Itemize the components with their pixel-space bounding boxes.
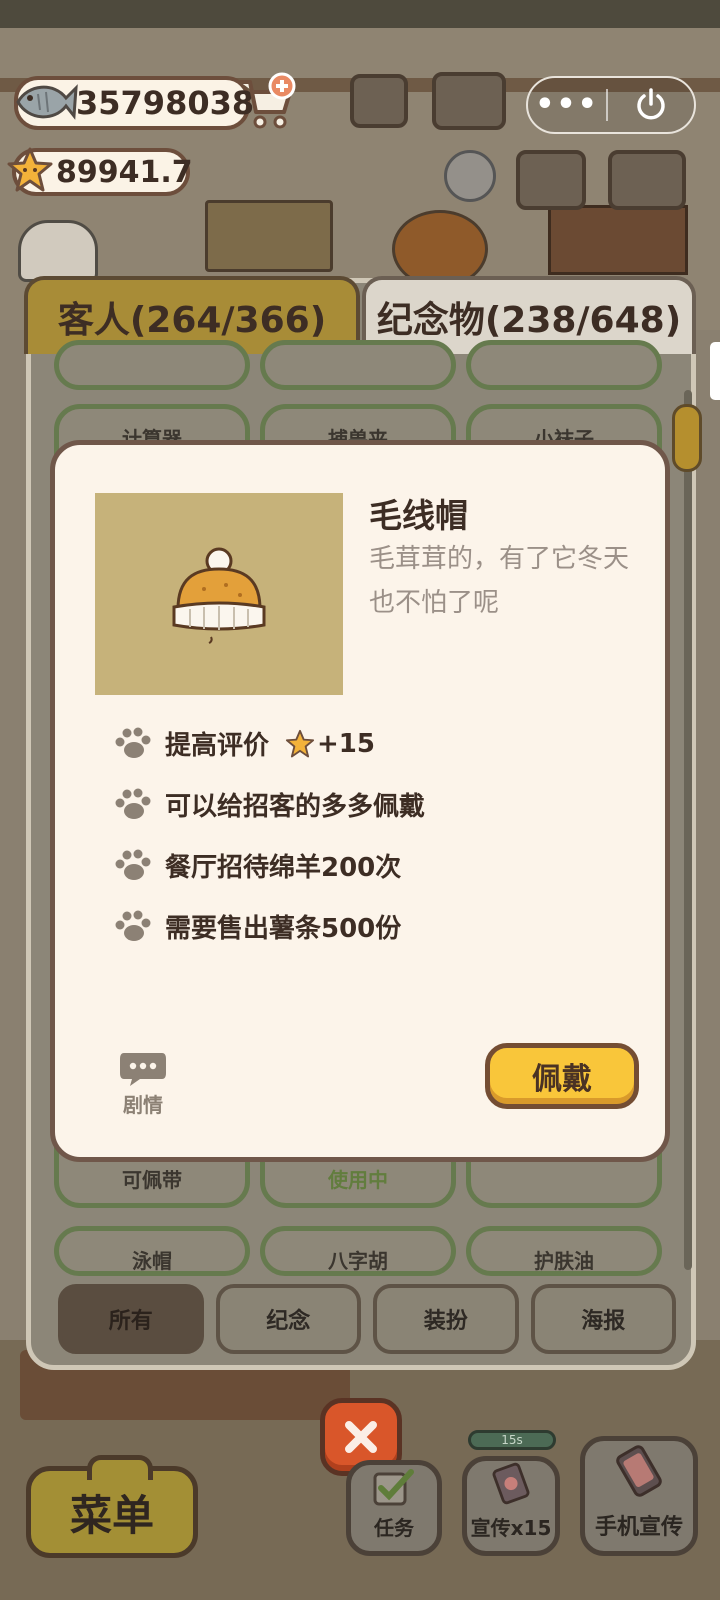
promo-timer: 15s	[468, 1430, 556, 1450]
story-label: 剧情	[123, 1093, 163, 1117]
layout-toggle-button[interactable]	[608, 150, 686, 210]
item-thumbnail	[95, 493, 343, 695]
add-currency-cart-icon[interactable]	[234, 70, 300, 136]
close-icon	[345, 1421, 377, 1453]
property-condition-sheep: 餐厅招待绵羊200次	[113, 835, 633, 896]
card-status-in-use: 使用中	[328, 1168, 388, 1192]
property-rating-bonus: +15	[317, 728, 375, 759]
filter-all[interactable]: 所有	[58, 1284, 204, 1354]
promote-label: 宣传x15	[470, 1516, 552, 1540]
item-properties: 提高评价 +15 可以给招客的多多佩戴 餐厅招待绵羊200次 需要售出薯条500…	[113, 713, 633, 957]
status-bar-area	[0, 0, 720, 28]
property-condition-fries-text: 需要售出薯条500份	[165, 914, 402, 944]
paw-icon	[115, 788, 151, 819]
filter-bar: 所有 纪念 装扮 海报	[58, 1284, 676, 1354]
item-description: 毛茸茸的，有了它冬天也不怕了呢	[369, 544, 630, 618]
window-blind	[205, 200, 333, 272]
filter-costume[interactable]: 装扮	[373, 1284, 519, 1354]
checklist-icon	[373, 1469, 414, 1506]
star-icon	[285, 729, 315, 757]
recipe-book-button[interactable]	[432, 72, 506, 130]
phone-promote-label: 手机宣传	[594, 1515, 683, 1540]
star-icon	[7, 147, 53, 192]
scrollbar-track[interactable]	[684, 390, 692, 1270]
chat-bubble-icon	[120, 1053, 166, 1086]
paw-icon	[115, 727, 151, 758]
filter-poster[interactable]: 海报	[530, 1284, 676, 1354]
wear-button[interactable]: 佩戴	[485, 1043, 639, 1109]
promote-button[interactable]: 宣传x15	[462, 1456, 560, 1556]
task-button[interactable]: 任务	[346, 1460, 442, 1556]
more-options-button[interactable]: •••	[528, 90, 606, 120]
souvenir-card-swim-cap[interactable]: 泳帽	[54, 1226, 250, 1276]
card-label: 八字胡	[328, 1249, 388, 1273]
souvenir-card-skin-oil[interactable]: 护肤油	[466, 1226, 662, 1276]
property-wear-hint: 可以给招客的多多佩戴	[113, 774, 633, 835]
card-status: 可佩带	[122, 1168, 182, 1192]
fish-count: 35798038	[76, 84, 255, 122]
story-button[interactable]: 剧情	[117, 1049, 169, 1118]
souvenir-card[interactable]	[260, 340, 456, 390]
menu-button[interactable]: 菜单	[26, 1455, 198, 1558]
power-icon	[637, 88, 665, 120]
paw-icon	[115, 910, 151, 941]
knit-hat-icon	[172, 547, 266, 644]
filter-souvenir[interactable]: 纪念	[215, 1284, 361, 1354]
property-condition-sheep-text: 餐厅招待绵羊200次	[165, 853, 402, 883]
mini-program-capsule: •••	[526, 76, 696, 134]
scrollbar-thumb[interactable]	[672, 404, 702, 472]
phone-icon	[616, 1445, 662, 1497]
property-rating-label: 提高评价	[165, 731, 270, 761]
item-detail-modal: 毛线帽 毛茸茸的，有了它冬天也不怕了呢 提高评价 +15 可以给招客的多多佩戴	[50, 440, 670, 1162]
paw-icon	[115, 849, 151, 880]
card-label: 护肤油	[534, 1249, 594, 1273]
task-label: 任务	[374, 1516, 414, 1540]
star-rating-value: 89941.7	[56, 154, 193, 190]
phone-promote-button[interactable]: 手机宣传	[580, 1436, 698, 1556]
fish-icon	[16, 84, 78, 120]
map-button[interactable]	[516, 150, 586, 210]
cat-character	[18, 220, 98, 282]
item-name: 毛线帽	[369, 496, 468, 535]
property-rating: 提高评价 +15	[113, 713, 633, 774]
souvenir-card[interactable]	[54, 340, 250, 390]
souvenir-card-mustache[interactable]: 八字胡	[260, 1226, 456, 1276]
card-label: 泳帽	[132, 1249, 172, 1273]
lamp-decoration	[444, 150, 496, 202]
shelf-decoration	[548, 205, 688, 275]
property-condition-fries: 需要售出薯条500份	[113, 896, 633, 957]
property-wear-text: 可以给招客的多多佩戴	[165, 792, 426, 822]
exit-button[interactable]	[608, 87, 694, 123]
side-edge-handle[interactable]	[710, 342, 720, 400]
souvenir-card[interactable]	[466, 340, 662, 390]
megaphone-card-icon	[492, 1462, 530, 1505]
newspaper-button[interactable]	[350, 74, 408, 128]
menu-label: 菜单	[69, 1490, 154, 1540]
